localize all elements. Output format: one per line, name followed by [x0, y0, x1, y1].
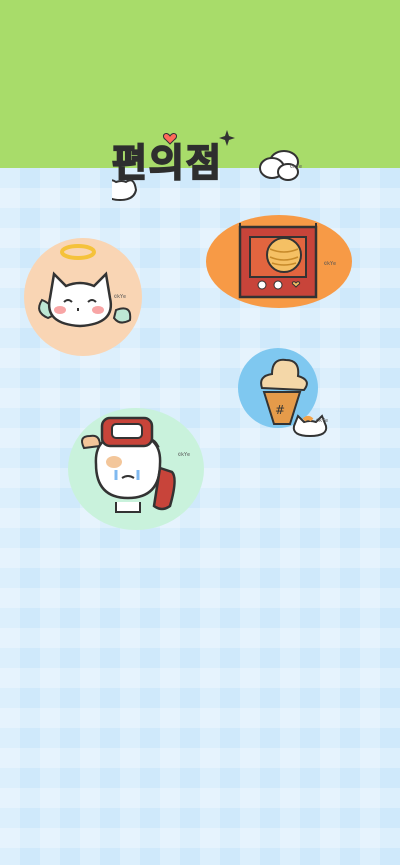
ramen-watermark: ©kYe	[178, 452, 191, 458]
title-logo: 편의점 ©kYe	[111, 128, 303, 208]
snack-watermark: ©kYe	[324, 261, 337, 267]
sparkle-icon	[219, 130, 235, 146]
title-watermark: ©kYe	[290, 164, 303, 170]
heart-icon	[163, 133, 177, 145]
sticker-ramen-cat[interactable]: ©kYe	[68, 408, 204, 530]
sticker-angel-cat[interactable]: ©kYe	[24, 238, 142, 356]
sticker-snack-bag[interactable]: ©kYe	[206, 215, 352, 308]
ramen-cat-icon	[81, 416, 176, 513]
icecream-watermark: ©kYe	[316, 418, 329, 424]
sticker-ice-cream[interactable]: # ©kYe	[238, 348, 328, 438]
svg-text:#: #	[275, 403, 285, 417]
ice-cream-icon: #	[260, 358, 328, 438]
mini-cat-icon	[112, 179, 138, 202]
angel-watermark: ©kYe	[114, 294, 127, 300]
title-decorations	[112, 130, 299, 202]
